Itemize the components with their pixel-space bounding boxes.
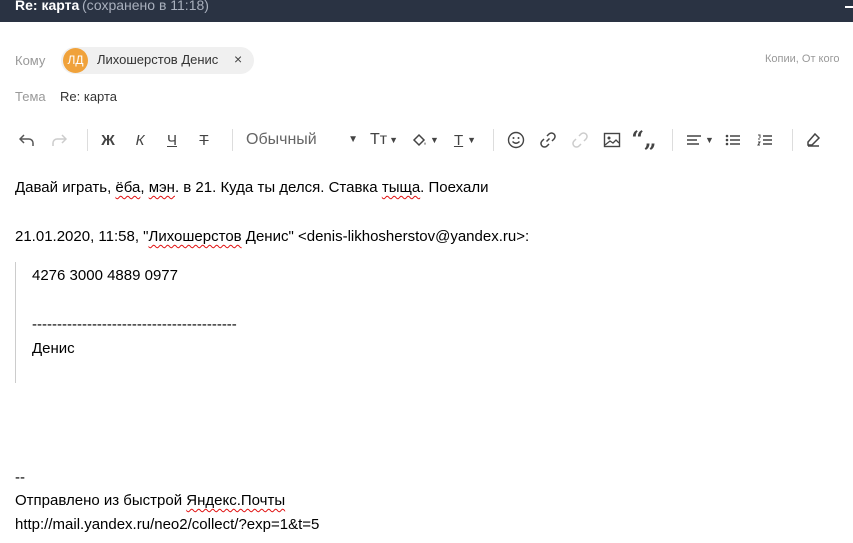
- bullet-list-icon[interactable]: [723, 125, 743, 155]
- toolbar-divider: [672, 129, 673, 151]
- bold-button[interactable]: Ж: [97, 125, 119, 155]
- subject-label: Тема: [15, 89, 46, 104]
- link-icon[interactable]: [537, 125, 559, 155]
- saved-status: (сохранено в 11:18): [82, 0, 209, 13]
- minimize-icon[interactable]: [845, 6, 853, 8]
- chevron-down-icon: ▼: [348, 134, 358, 145]
- image-icon[interactable]: [601, 125, 623, 155]
- signature-dashes[interactable]: --: [15, 469, 25, 486]
- recipient-chip[interactable]: ЛД Лихошерстов Денис ×: [61, 47, 254, 74]
- chevron-down-icon: ▼: [389, 135, 399, 145]
- misspelled-word: Яндекс.Почты: [186, 492, 286, 509]
- formatting-toolbar: Ж К Ч Т Обычный ▼ Тт ▼ ▼ Т ▼ “„ ▼: [0, 125, 853, 155]
- bg-color-icon: [411, 132, 429, 148]
- toolbar-divider: [493, 129, 494, 151]
- misspelled-word: мэн: [148, 179, 175, 196]
- background-color-button[interactable]: ▼: [408, 125, 442, 155]
- numbered-list-icon[interactable]: [755, 125, 775, 155]
- align-icon: [686, 134, 702, 146]
- quoted-signature[interactable]: Денис: [32, 340, 75, 357]
- chevron-down-icon: ▼: [705, 135, 714, 145]
- subject-input[interactable]: Re: карта: [60, 89, 117, 104]
- cc-from-link[interactable]: Копии, От кого: [765, 53, 839, 65]
- avatar: ЛД: [63, 48, 88, 73]
- quote-bar: [15, 262, 16, 383]
- chevron-down-icon: ▼: [430, 135, 439, 145]
- quote-icon[interactable]: “„: [631, 125, 656, 155]
- redo-icon[interactable]: [49, 125, 69, 155]
- misspelled-word: тыща: [381, 179, 421, 196]
- quote-header[interactable]: 21.01.2020, 11:58, "Лихошерстов Денис" <…: [15, 228, 529, 245]
- font-size-button[interactable]: Тт ▼: [367, 125, 401, 155]
- misspelled-word: ёба: [115, 179, 141, 196]
- align-button[interactable]: ▼: [684, 125, 716, 155]
- toolbar-divider: [792, 129, 793, 151]
- chevron-down-icon: ▼: [467, 135, 477, 145]
- to-label: Кому: [15, 53, 46, 68]
- remove-recipient-icon[interactable]: ×: [234, 51, 242, 67]
- misspelled-word: Лихошерстов: [148, 228, 242, 245]
- italic-button[interactable]: К: [130, 125, 150, 155]
- quoted-divider[interactable]: ----------------------------------------…: [32, 316, 237, 333]
- quoted-card-number[interactable]: 4276 3000 4889 0977: [32, 267, 178, 284]
- strikethrough-button[interactable]: Т: [194, 125, 214, 155]
- clear-format-icon[interactable]: [803, 125, 823, 155]
- toolbar-divider: [232, 129, 233, 151]
- signature-sent-from[interactable]: Отправлено из быстрой Яндекс.Почты: [15, 492, 285, 509]
- undo-icon[interactable]: [17, 125, 37, 155]
- window-title: Re: карта: [15, 0, 80, 13]
- underline-button[interactable]: Ч: [162, 125, 182, 155]
- signature-url[interactable]: http://mail.yandex.ru/neo2/collect/?exp=…: [15, 516, 319, 533]
- body-line-1[interactable]: Давай играть, ёба, мэн. в 21. Куда ты де…: [15, 179, 488, 196]
- paragraph-style-select[interactable]: Обычный ▼: [246, 125, 358, 155]
- compose-title-bar: Re: карта (сохранено в 11:18): [0, 0, 853, 22]
- unlink-icon[interactable]: [569, 125, 591, 155]
- text-color-button[interactable]: Т ▼: [448, 125, 482, 155]
- toolbar-divider: [87, 129, 88, 151]
- emoji-icon[interactable]: [505, 125, 527, 155]
- recipient-name: Лихошерстов Денис: [97, 52, 219, 67]
